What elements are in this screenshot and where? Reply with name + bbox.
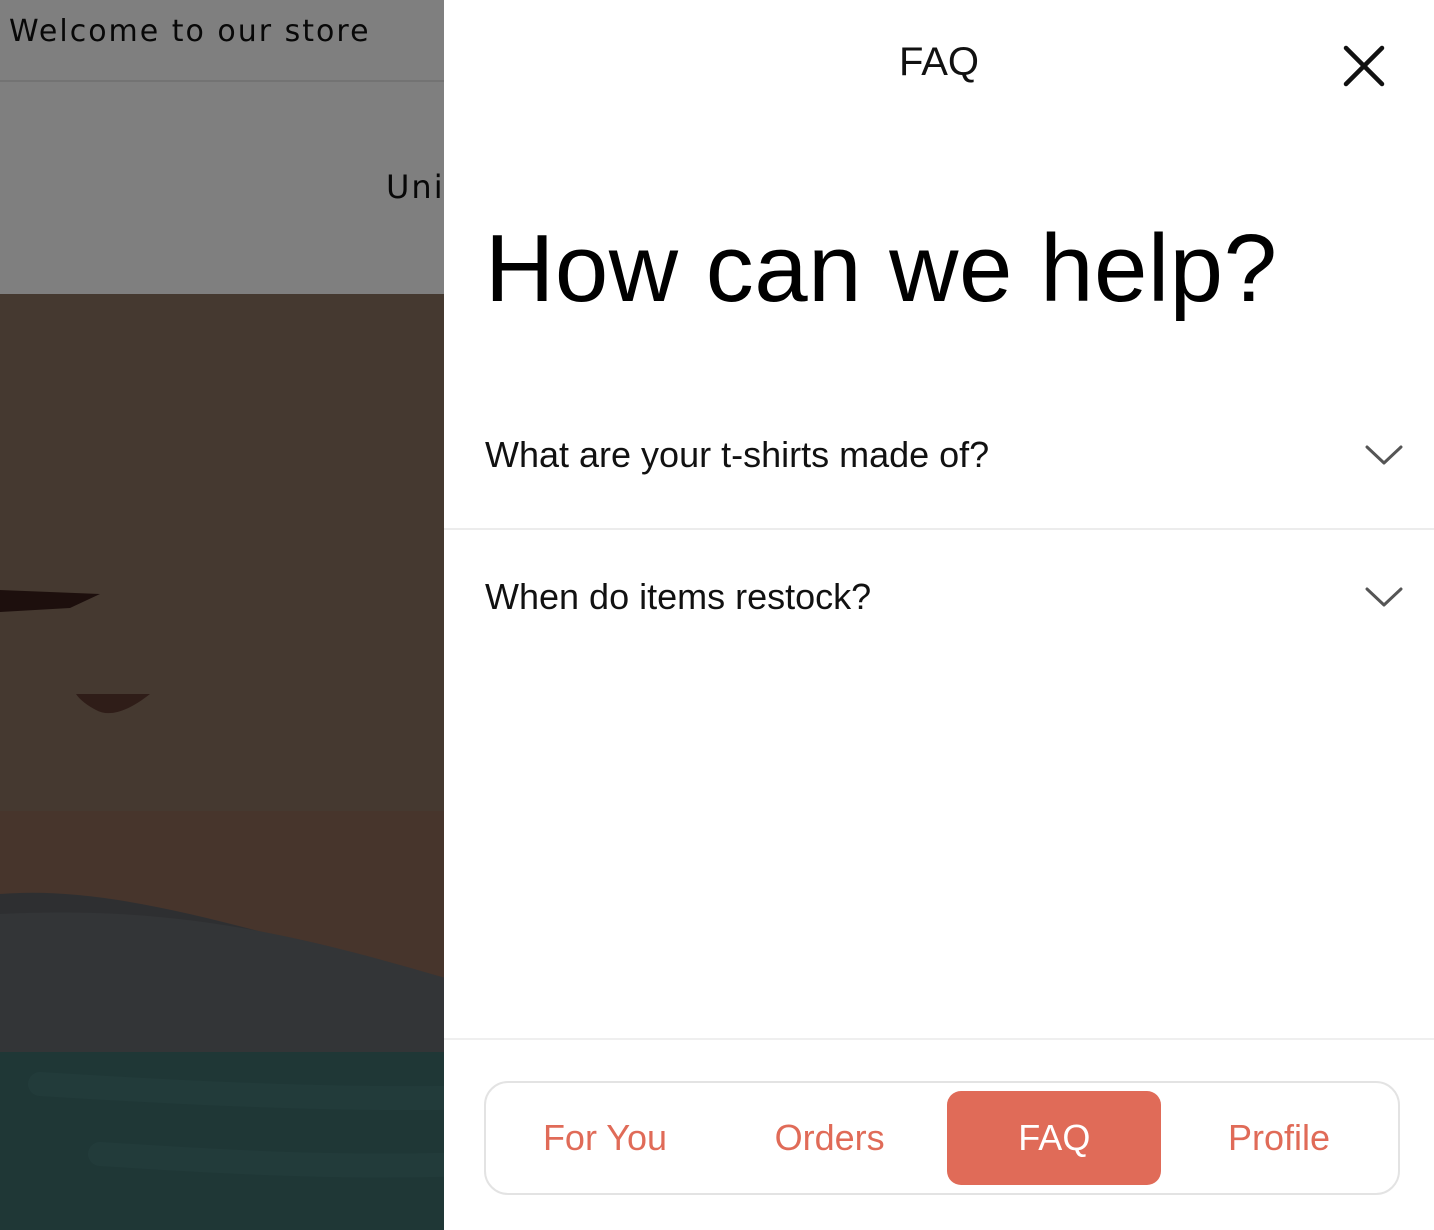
tab-faq[interactable]: FAQ xyxy=(947,1091,1162,1185)
faq-item-restock[interactable]: When do items restock? xyxy=(444,530,1434,670)
chevron-down-icon xyxy=(1364,442,1404,468)
faq-drawer: FAQ How can we help? What are your t-shi… xyxy=(444,0,1434,1230)
faq-list: What are your t-shirts made of? When do … xyxy=(444,388,1434,670)
divider xyxy=(444,1038,1434,1040)
close-icon xyxy=(1343,45,1385,87)
drawer-title: FAQ xyxy=(898,40,980,84)
chevron-down-icon xyxy=(1364,584,1404,610)
faq-question: What are your t-shirts made of? xyxy=(485,434,990,475)
app-viewport: Welcome to our store Unit xyxy=(0,0,1434,1230)
faq-question: When do items restock? xyxy=(485,576,872,617)
tab-profile[interactable]: Profile xyxy=(1172,1091,1386,1185)
faq-item-materials[interactable]: What are your t-shirts made of? xyxy=(444,388,1434,530)
help-heading: How can we help? xyxy=(485,215,1278,322)
bottom-tab-bar: For You Orders FAQ Profile xyxy=(484,1081,1400,1195)
close-button[interactable] xyxy=(1332,34,1396,98)
tab-for-you[interactable]: For You xyxy=(498,1091,712,1185)
tab-orders[interactable]: Orders xyxy=(723,1091,937,1185)
